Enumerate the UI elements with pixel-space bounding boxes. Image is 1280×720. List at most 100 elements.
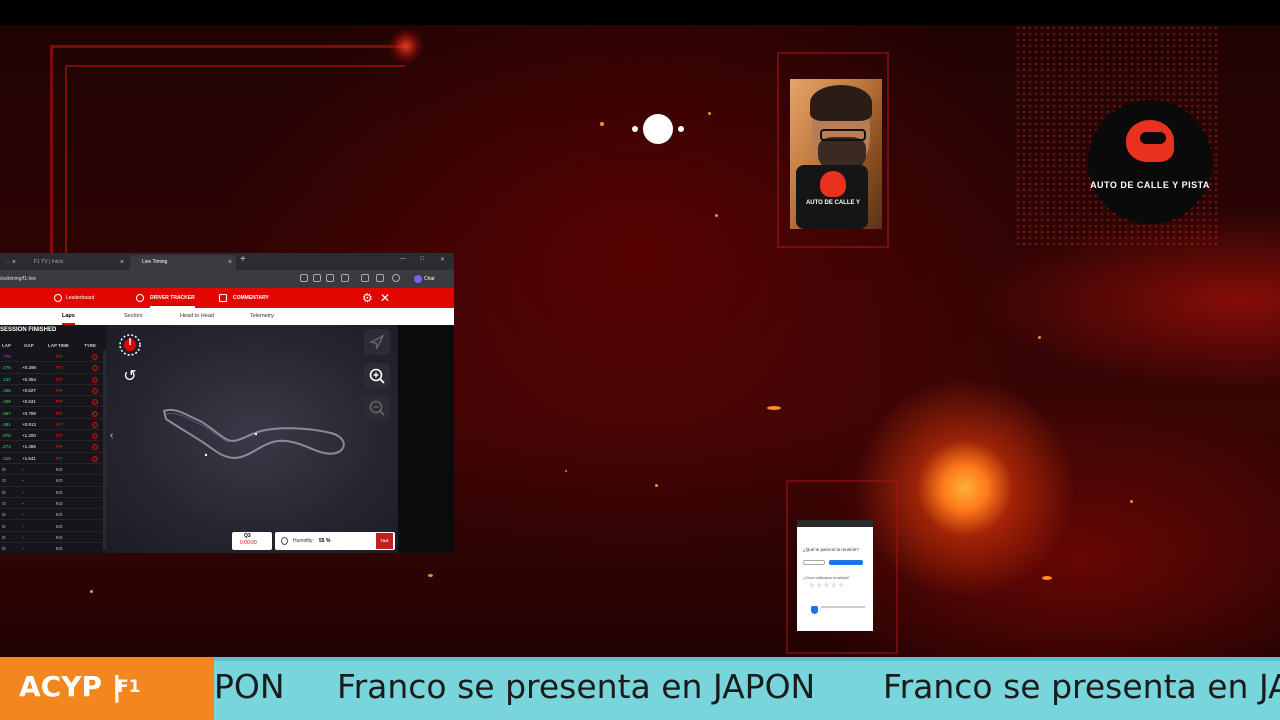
favorites-bar-icon[interactable] <box>376 274 384 282</box>
table-row[interactable]: O - KO <box>0 543 106 553</box>
table-row[interactable]: O - KO <box>0 498 106 510</box>
brand-logo: AUTO DE CALLE Y PISTA <box>1088 100 1212 224</box>
read-aloud-icon[interactable] <box>300 274 308 282</box>
nav-leaderboard[interactable]: Leaderboard <box>66 288 94 308</box>
zoom-in-icon-svg <box>369 368 385 384</box>
speedometer-icon[interactable] <box>118 333 142 357</box>
browser-tab-label: ... <box>6 259 11 265</box>
circuit-node-decoration <box>388 28 424 64</box>
table-row[interactable]: .319 +1.541 PIT <box>0 453 106 464</box>
helmet-visor <box>1140 132 1166 144</box>
soft-tyre-icon <box>92 421 98 428</box>
loading-dot <box>632 126 638 132</box>
cell-lap: .405 <box>2 387 11 393</box>
chat-button[interactable]: Chat <box>424 273 435 285</box>
cell-lap: O <box>2 467 6 472</box>
cell-lap-time: PIT <box>56 421 64 427</box>
tab-sectors[interactable]: Sectors <box>124 308 143 325</box>
table-row[interactable]: O - KO <box>0 464 106 476</box>
news-ticker: PON Franco se presenta en JAPON Franco s… <box>0 657 1280 720</box>
copilot-icon[interactable] <box>414 275 422 283</box>
table-row[interactable]: O - KO <box>0 521 106 532</box>
profile-icon[interactable] <box>392 274 400 282</box>
extensions-icon[interactable] <box>361 274 369 282</box>
table-row[interactable]: .567 +0.789 PIT <box>0 408 106 419</box>
phone-screen: ¿Qué te pareció la reunión? ¿Cómo califi… <box>797 520 873 631</box>
close-icon[interactable]: × <box>228 255 232 270</box>
ticker-message: Franco se presenta en JA <box>883 667 1280 706</box>
ticker-message: PON <box>214 667 285 706</box>
browser-tab-active[interactable]: Live Timing × <box>130 255 236 270</box>
cell-lap-time: KO <box>56 512 63 518</box>
table-row[interactable]: .978 +1.200 PIT <box>0 430 106 442</box>
text-size-icon[interactable] <box>313 274 321 282</box>
browser-tab[interactable]: ... × <box>0 255 20 270</box>
close-icon[interactable]: ✕ <box>380 290 390 306</box>
circuit-line-decoration <box>65 65 405 255</box>
minimize-icon[interactable]: — <box>400 256 406 262</box>
tab-head-to-head[interactable]: Head to Head <box>180 308 214 325</box>
reset-view-icon[interactable]: ↺ <box>118 365 142 389</box>
cell-gap: +0.631 <box>22 399 36 405</box>
chevron-left-icon[interactable]: ‹ <box>110 430 113 441</box>
table-row[interactable]: .409 +0.631 PIT <box>0 396 106 408</box>
leaderboard-panel: SESSION FINISHED LAP GAP LAP TIME TYRE .… <box>0 325 106 553</box>
gear-icon[interactable]: ⚙ <box>362 290 373 306</box>
close-icon[interactable]: × <box>120 255 124 270</box>
more-icon[interactable] <box>406 274 414 282</box>
soft-tyre-icon <box>92 365 98 372</box>
session-name: Q3 <box>244 533 251 539</box>
close-window-icon[interactable]: ✕ <box>440 256 445 263</box>
ticker-label-sub: F1 <box>117 677 141 697</box>
address-bar[interactable]: /es/timing/f1-live Chat <box>0 270 454 288</box>
table-row[interactable]: O - KO <box>0 509 106 521</box>
cell-lap-time: KO <box>56 500 63 506</box>
cell-gap: +0.298 <box>22 365 36 371</box>
spark <box>428 574 433 577</box>
new-tab-button[interactable]: + <box>240 254 246 265</box>
cell-lap-time: PIT <box>56 399 64 405</box>
zoom-out-icon[interactable] <box>364 395 390 421</box>
table-row[interactable]: .132 +0.354 PIT <box>0 374 106 385</box>
cell-lap: .779 <box>2 354 11 359</box>
tab-laps[interactable]: Laps <box>62 308 75 325</box>
table-row[interactable]: .405 +0.627 PIT <box>0 385 106 397</box>
refresh-icon[interactable] <box>341 274 349 282</box>
cell-gap: - <box>22 489 24 495</box>
cell-lap-time: PIT <box>56 455 64 461</box>
survey-primary-button[interactable] <box>829 560 863 565</box>
url-text[interactable]: /es/timing/f1-live <box>0 273 36 285</box>
spark <box>600 122 604 126</box>
table-row[interactable]: O - KO <box>0 475 106 487</box>
table-row[interactable]: .274 +1.496 PIT <box>0 441 106 453</box>
soft-tyre-icon <box>92 433 98 440</box>
table-row[interactable]: O - KO <box>0 487 106 498</box>
cell-gap: +1.200 <box>22 433 36 439</box>
zoom-in-icon[interactable] <box>364 363 390 389</box>
tab-strip: ... × F1 TV | Inicio × Live Timing × + —… <box>0 253 454 270</box>
driver-tracker-icon <box>136 294 144 302</box>
star-rating[interactable]: ☆☆☆☆☆ <box>809 582 846 589</box>
cell-lap: O <box>2 546 6 552</box>
nav-commentary[interactable]: COMMENTARY <box>233 288 269 308</box>
table-row[interactable]: .076 +0.298 PIT <box>0 362 106 374</box>
browser-tab[interactable]: F1 TV | Inicio × <box>28 255 128 270</box>
tab-telemetry[interactable]: Telemetry <box>250 308 274 325</box>
table-row[interactable]: O - KO <box>0 532 106 544</box>
favorite-icon[interactable] <box>326 274 334 282</box>
soft-tyre-icon <box>92 354 98 360</box>
cell-gap: - <box>22 523 24 529</box>
browser-window[interactable]: ... × F1 TV | Inicio × Live Timing × + —… <box>0 253 454 553</box>
maximize-icon[interactable]: □ <box>420 256 424 262</box>
nav-driver-tracker[interactable]: DRIVER TRACKER <box>150 288 195 308</box>
navigate-icon[interactable] <box>364 329 390 355</box>
table-row[interactable]: .691 +0.913 PIT <box>0 419 106 431</box>
survey-secondary-button[interactable] <box>803 560 825 565</box>
cell-gap: - <box>22 500 24 506</box>
cell-lap: O <box>2 478 6 484</box>
privacy-text-line <box>821 606 865 608</box>
cell-gap: - <box>22 546 24 552</box>
close-icon[interactable]: × <box>12 255 16 270</box>
table-row[interactable]: .779 PIT <box>0 351 106 363</box>
track-map[interactable]: ↺ ‹ Q3 0:00:00 Humidity: 55 % TAG <box>106 325 398 553</box>
